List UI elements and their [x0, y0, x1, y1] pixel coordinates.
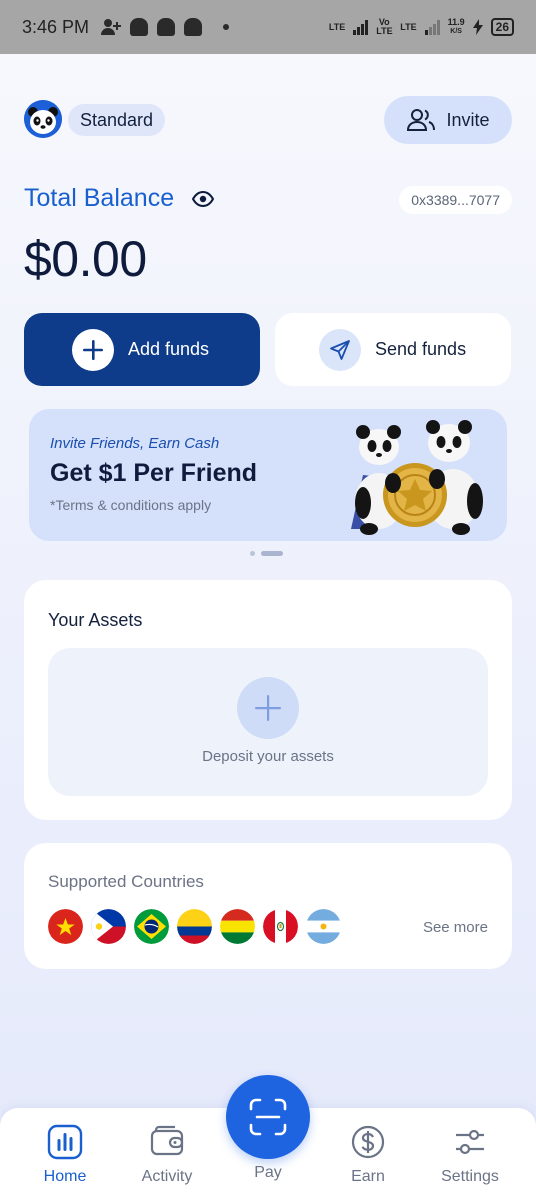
colombia-flag-icon — [177, 909, 212, 944]
countries-title: Supported Countries — [48, 872, 204, 891]
carousel-indicator[interactable] — [250, 551, 283, 556]
philippines-flag-icon — [91, 909, 126, 944]
wallet-icon — [150, 1125, 184, 1156]
avatar[interactable] — [24, 100, 62, 138]
tab-earn[interactable]: Earn — [323, 1124, 413, 1192]
eye-icon[interactable] — [192, 190, 214, 208]
add-user-icon — [101, 19, 122, 35]
brazil-flag-icon — [134, 909, 169, 944]
assets-title: Your Assets — [48, 610, 143, 630]
sliders-icon — [456, 1129, 484, 1155]
dollar-icon — [351, 1125, 385, 1159]
snapchat-icon — [130, 18, 149, 36]
deposit-label: Deposit your assets — [202, 748, 334, 765]
tab-home-label: Home — [43, 1168, 87, 1185]
send-funds-label: Send funds — [375, 339, 467, 359]
charging-icon — [472, 19, 483, 35]
scan-icon — [249, 1098, 287, 1136]
assets-card: Your Assets Deposit your assets — [24, 580, 512, 820]
promo-subtitle: Invite Friends, Earn Cash — [50, 435, 220, 452]
tab-activity[interactable]: Activity — [122, 1124, 212, 1192]
invite-button[interactable]: Invite — [384, 96, 512, 144]
tab-settings-label: Settings — [441, 1168, 499, 1185]
snapchat-icon — [157, 18, 176, 36]
pandas-with-coin-illustration — [351, 420, 483, 535]
promo-terms: *Terms & conditions apply — [50, 497, 212, 513]
send-funds-button[interactable]: Send funds — [275, 313, 511, 386]
carousel-dot[interactable] — [250, 551, 255, 556]
more-notifications-dot-icon — [223, 24, 230, 30]
users-icon — [407, 109, 436, 131]
status-right: LTE Vo LTE LTE 11.9 K/S 26 — [329, 18, 514, 36]
promo-banner[interactable]: Invite Friends, Earn Cash Get $1 Per Fri… — [29, 409, 507, 541]
peru-flag-icon — [263, 909, 298, 944]
add-funds-label: Add funds — [128, 339, 210, 359]
carousel-dot-active[interactable] — [261, 551, 283, 556]
speed-readout: 11.9 K/S — [448, 18, 465, 36]
app-screen: Standard Invite Total Balance 0x3389...7… — [0, 54, 536, 1200]
flags-list — [48, 909, 341, 944]
signal-icon-2 — [424, 19, 440, 35]
status-bar: 3:46 PM LTE Vo LTE LTE 11.9 K/S 26 — [0, 0, 536, 54]
volte-label: Vo LTE — [376, 17, 393, 36]
tab-home[interactable]: Home — [20, 1124, 110, 1192]
deposit-assets-button[interactable]: Deposit your assets — [48, 648, 488, 796]
tab-activity-label: Activity — [141, 1168, 193, 1185]
snapchat-icon — [184, 18, 203, 36]
status-time: 3:46 PM — [22, 16, 90, 37]
tab-earn-label: Earn — [351, 1168, 385, 1185]
network-label-2: LTE — [400, 22, 417, 32]
tab-pay-label[interactable]: Pay — [226, 1164, 310, 1182]
speed-unit: K/S — [450, 28, 462, 35]
plus-icon — [72, 328, 114, 371]
notification-icons — [101, 18, 230, 36]
pay-scan-button[interactable] — [226, 1075, 310, 1159]
plus-icon — [237, 677, 299, 739]
header: Standard Invite — [24, 96, 512, 144]
add-funds-button[interactable]: Add funds — [24, 313, 260, 386]
total-balance-label: Total Balance — [24, 184, 175, 212]
tab-settings[interactable]: Settings — [425, 1124, 515, 1192]
panda-avatar-icon — [24, 100, 62, 138]
wallet-address-badge[interactable]: 0x3389...7077 — [399, 186, 512, 214]
bar-chart-icon — [47, 1124, 83, 1160]
send-icon — [319, 328, 361, 371]
argentina-flag-icon — [306, 909, 341, 944]
bolivia-flag-icon — [220, 909, 255, 944]
signal-icon — [353, 19, 369, 35]
see-more-link[interactable]: See more — [423, 919, 488, 936]
network-label: LTE — [328, 22, 346, 32]
promo-title: Get $1 Per Friend — [50, 459, 258, 487]
vietnam-flag-icon — [48, 909, 83, 944]
invite-label: Invite — [446, 109, 490, 130]
balance-amount: $0.00 — [24, 231, 147, 287]
speed-value: 11.9 — [447, 17, 465, 27]
supported-countries-card: Supported Countries See more — [24, 843, 512, 969]
plan-badge[interactable]: Standard — [68, 104, 166, 136]
battery-icon: 26 — [490, 18, 514, 36]
